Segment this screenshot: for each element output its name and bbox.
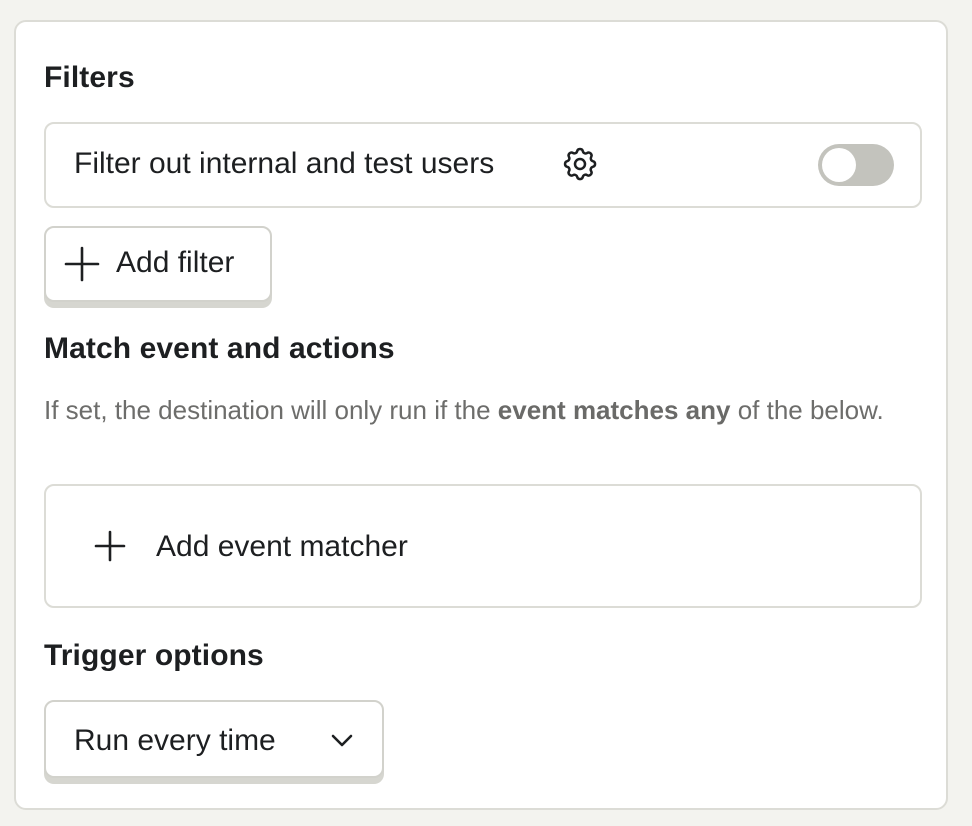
filters-title: Filters — [44, 61, 135, 94]
trigger-options-select[interactable]: Run every time — [44, 700, 384, 778]
chevron-down-icon — [328, 726, 356, 754]
plus-icon — [90, 526, 130, 566]
gear-icon[interactable] — [560, 144, 600, 184]
add-event-matcher-button[interactable]: Add event matcher — [44, 484, 922, 608]
internal-users-filter-label: Filter out internal and test users — [74, 147, 495, 180]
destination-settings-panel: Filters Filter out internal and test use… — [14, 20, 948, 810]
plus-icon — [62, 244, 102, 284]
add-filter-label: Add filter — [116, 246, 235, 279]
match-description: If set, the destination will only run if… — [44, 392, 922, 428]
trigger-selected-value: Run every time — [74, 724, 276, 757]
description-emphasis: event matches any — [497, 395, 731, 425]
internal-users-filter-row: Filter out internal and test users — [44, 122, 922, 208]
description-text-end: of the below. — [730, 395, 884, 425]
internal-users-filter-toggle[interactable] — [818, 144, 894, 186]
toggle-knob — [822, 148, 856, 182]
add-filter-button[interactable]: Add filter — [44, 226, 272, 302]
trigger-options-title: Trigger options — [44, 639, 264, 672]
description-text-start: If set, the destination will only run if… — [44, 395, 498, 425]
add-event-matcher-label: Add event matcher — [156, 530, 408, 563]
match-events-title: Match event and actions — [44, 332, 395, 365]
